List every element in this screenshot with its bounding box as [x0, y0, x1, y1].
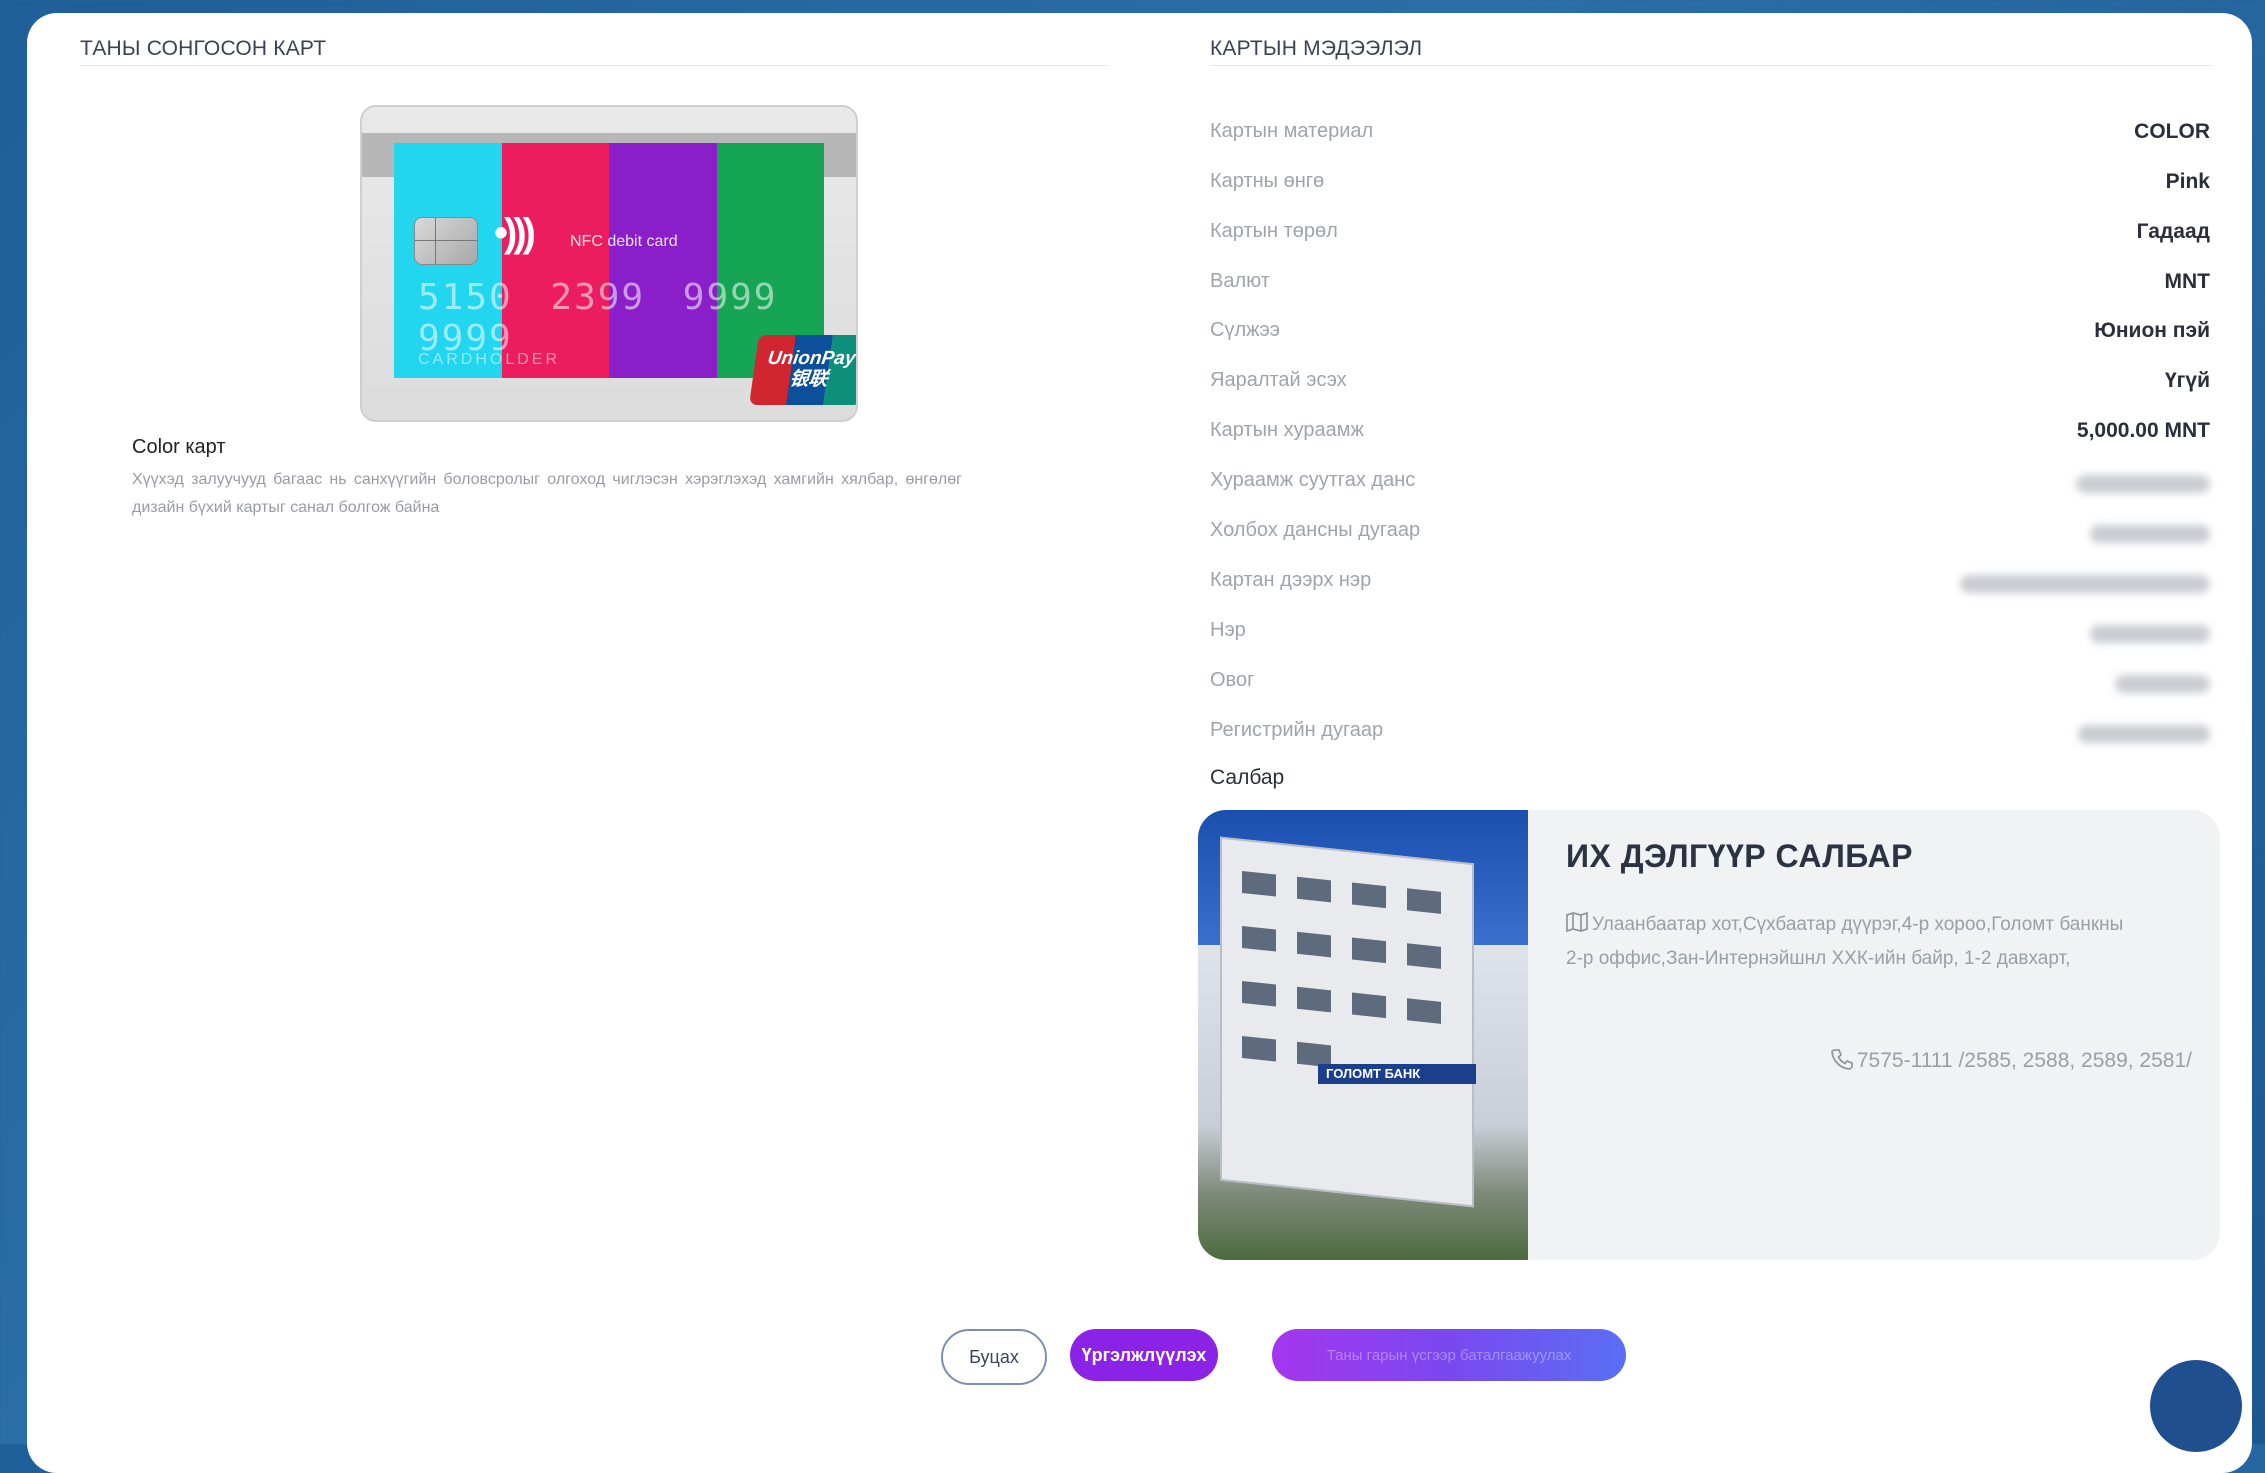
branch-card[interactable]: ГОЛОМТ БАНК ИХ ДЭЛГҮҮР САЛБАР Улаанбаата… [1198, 810, 2220, 1260]
contactless-icon: •))) [494, 211, 536, 255]
selected-card-title: ТАНЫ СОНГОСОН КАРТ [80, 37, 327, 60]
info-row-network: Сүлжээ Юнион пэй [1210, 319, 2210, 349]
info-label: Нэр [1210, 619, 1246, 641]
window [1297, 986, 1331, 1013]
info-row-last-name: Овог [1210, 669, 2210, 699]
window [1242, 980, 1276, 1007]
window [1297, 931, 1331, 958]
info-value: Юнион пэй [2094, 319, 2210, 342]
card-number-group: 2399 [550, 277, 646, 318]
info-label: Картан дээрх нэр [1210, 569, 1372, 591]
branch-photo: ГОЛОМТ БАНК [1198, 810, 1528, 1260]
window [1242, 1035, 1276, 1062]
unionpay-subtext: 银联 [788, 369, 830, 390]
info-row-first-name: Нэр [1210, 619, 2210, 649]
info-row-fee: Картын хураамж 5,000.00 MNT [1210, 419, 2210, 449]
info-value: 5,000.00 MNT [2076, 419, 2210, 442]
phone-icon [1831, 1049, 1853, 1070]
info-label: Картын хураамж [1210, 419, 1364, 441]
info-label: Сүлжээ [1210, 319, 1280, 341]
info-value: Үгүй [2164, 369, 2210, 392]
window [1407, 943, 1441, 969]
unionpay-logo: UnionPay 银联 [749, 335, 857, 405]
blurred-value [2115, 675, 2210, 693]
card-holder: CARDHOLDER [418, 351, 561, 368]
branch-phone[interactable]: 7575-1111 /2585, 2588, 2589, 2581/ [1831, 1048, 2192, 1073]
branch-name: ИХ ДЭЛГҮҮР САЛБАР [1566, 838, 1913, 874]
info-row-fee-account: Хураамж суутгах данс [1210, 469, 2210, 499]
divider [1210, 65, 2212, 66]
bank-sign: ГОЛОМТ БАНК [1318, 1064, 1476, 1084]
branch-label: Салбар [1210, 766, 1285, 789]
info-row-urgent: Яаралтай эсэх Үгүй [1210, 369, 2210, 399]
blurred-value [2090, 525, 2210, 543]
nfc-label: NFC debit card [570, 233, 678, 250]
window [1242, 870, 1276, 897]
info-row-material: Картын материал COLOR [1210, 120, 2210, 150]
info-row-type: Картын төрөл Гадаад [1210, 220, 2210, 250]
info-row-card-name: Картан дээрх нэр [1210, 569, 2210, 599]
chat-fab-button[interactable] [2150, 1360, 2242, 1452]
info-label: Яаралтай эсэх [1210, 369, 1347, 391]
window [1352, 937, 1386, 964]
info-label: Хураамж суутгах данс [1210, 469, 1416, 491]
info-label: Холбох дансны дугаар [1210, 519, 1421, 541]
info-value: MNT [2164, 270, 2211, 293]
building-image [1220, 836, 1474, 1208]
card-name: Color карт [132, 436, 226, 458]
info-row-linked-account: Холбох дансны дугаар [1210, 519, 2210, 549]
info-value: COLOR [2134, 120, 2210, 143]
info-label: Регистрийн дугаар [1210, 719, 1384, 741]
card-info-title: КАРТЫН МЭДЭЭЛЭЛ [1210, 37, 1423, 60]
window [1297, 876, 1331, 903]
info-row-color: Картны өнгө Pink [1210, 170, 2210, 200]
info-value: Гадаад [2136, 220, 2210, 243]
window [1407, 888, 1441, 914]
main-panel: ТАНЫ СОНГОСОН КАРТ •))) NFC debit card 5… [27, 13, 2252, 1473]
info-label: Валют [1210, 270, 1270, 292]
card-number-group: 9999 [682, 277, 778, 318]
unionpay-text: UnionPay [766, 348, 857, 370]
blurred-value [1960, 575, 2210, 593]
card-number-group: 5150 [418, 277, 513, 318]
divider [80, 65, 1108, 66]
window [1407, 998, 1441, 1024]
info-value: Pink [2165, 170, 2210, 193]
card-description: Хүүхэд залуучууд багаас нь санхүүгийн бо… [132, 471, 962, 516]
info-label: Овог [1210, 669, 1255, 691]
branch-address: Улаанбаатар хот,Сүхбаатар дүүрэг,4-р хор… [1566, 908, 2126, 976]
info-row-register-number: Регистрийн дугаар [1210, 719, 2210, 749]
chip-icon [414, 217, 478, 265]
window [1242, 925, 1276, 952]
branch-phone-text: 7575-1111 /2585, 2588, 2589, 2581/ [1856, 1049, 2192, 1072]
continue-button[interactable]: Үргэлжлүүлэх [1070, 1329, 1218, 1381]
confirm-signature-button[interactable]: Таны гарын үсгээр баталгаажуулах [1272, 1329, 1626, 1381]
window [1352, 882, 1386, 909]
info-row-currency: Валют MNT [1210, 270, 2210, 300]
window [1352, 992, 1386, 1019]
info-label: Картын материал [1210, 120, 1374, 142]
card-image: •))) NFC debit card 5150 2399 9999 9999 … [360, 105, 858, 422]
branch-address-text: Улаанбаатар хот,Сүхбаатар дүүрэг,4-р хор… [1566, 914, 2124, 969]
blurred-value [2076, 475, 2210, 493]
info-label: Картын төрөл [1210, 220, 1338, 242]
blurred-value [2090, 625, 2210, 643]
blurred-value [2078, 725, 2210, 743]
map-icon [1566, 912, 1588, 932]
back-button[interactable]: Буцах [941, 1329, 1047, 1385]
info-label: Картны өнгө [1210, 170, 1325, 192]
